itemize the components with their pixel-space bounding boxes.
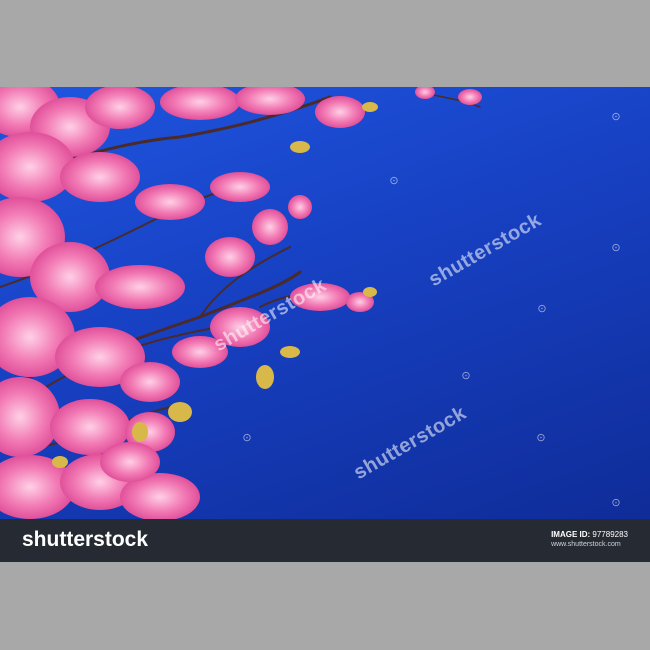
watermark-icon: ⊙ bbox=[242, 432, 252, 444]
image-id: 97789283 bbox=[592, 530, 628, 539]
watermark-icon: ⊙ bbox=[536, 432, 546, 444]
cherry-blossom-illustration bbox=[0, 87, 482, 519]
shutterstock-logo: shutterstock bbox=[22, 528, 149, 551]
watermark-icon: ⊙ bbox=[611, 111, 621, 123]
watermark-icon: ⊙ bbox=[611, 497, 621, 509]
image-id-line: IMAGE ID: 97789283 bbox=[551, 530, 628, 539]
watermark-icon: ⊙ bbox=[611, 242, 621, 254]
watermark-icon: ⊙ bbox=[389, 175, 399, 187]
site-url: www.shutterstock.com bbox=[551, 541, 621, 548]
image-id-label: IMAGE ID: bbox=[551, 530, 591, 539]
photo: shutterstock shutterstock shutterstock ⊙… bbox=[0, 87, 650, 519]
image-meta: IMAGE ID: 97789283 www.shutterstock.com bbox=[551, 530, 628, 548]
footer-bar: shutterstock IMAGE ID: 97789283 www.shut… bbox=[0, 519, 650, 562]
watermark-icon: ⊙ bbox=[537, 303, 547, 315]
watermark-icon: ⊙ bbox=[461, 370, 471, 382]
